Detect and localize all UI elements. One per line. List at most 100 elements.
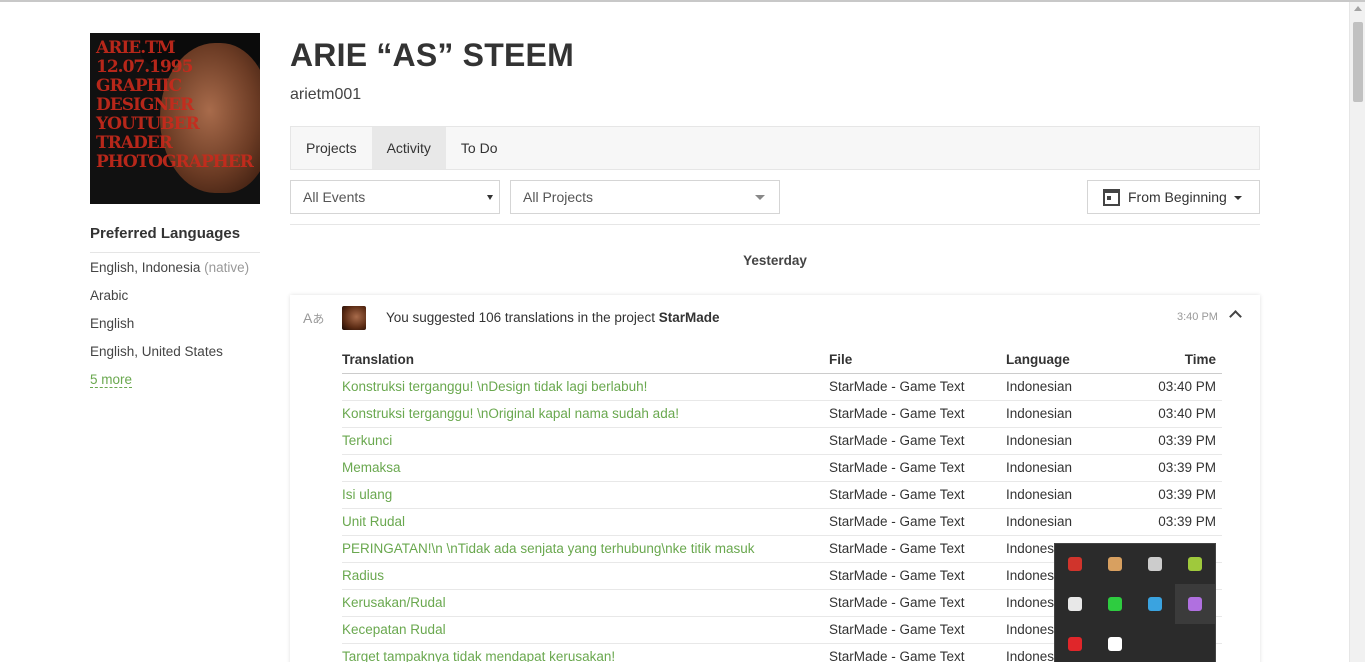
file-cell: StarMade - Game Text <box>829 643 1006 662</box>
translation-link[interactable]: Unit Rudal <box>342 508 829 536</box>
preferred-languages-list: English, Indonesia (native) Arabic Engli… <box>90 260 260 400</box>
activity-summary: You suggested 106 translations in the pr… <box>386 310 720 325</box>
translate-icon: Aあ <box>303 310 325 326</box>
file-cell: StarMade - Game Text <box>829 535 1006 563</box>
time-cell: 03:39 PM <box>1136 454 1222 482</box>
drive-icon-glyph <box>1108 557 1122 571</box>
security-shield-icon-glyph <box>1108 637 1122 651</box>
avatar-text: ARIE.TM 12.07.1995 GRAPHIC DESIGNER YOUT… <box>96 38 254 172</box>
file-cell: StarMade - Game Text <box>829 562 1006 590</box>
language-cell: Indonesian <box>1006 454 1136 482</box>
file-cell: StarMade - Game Text <box>829 427 1006 455</box>
activity-time: 3:40 PM <box>1177 311 1218 323</box>
date-range-button[interactable]: From Beginning <box>1087 180 1260 214</box>
section-divider <box>290 224 1260 225</box>
translation-link[interactable]: Isi ulang <box>342 481 829 509</box>
preferred-languages-title: Preferred Languages <box>90 225 260 253</box>
language-cell: Indonesian <box>1006 400 1136 428</box>
feather-icon-glyph <box>1188 597 1202 611</box>
link-icon[interactable] <box>1135 544 1175 584</box>
profile-username: arietm001 <box>290 86 362 103</box>
layers-icon-glyph <box>1188 557 1202 571</box>
language-item: English, Indonesia (native) <box>90 260 250 275</box>
language-cell: Indonesian <box>1006 427 1136 455</box>
more-languages-link[interactable]: 5 more <box>90 372 133 388</box>
scrollbar-thumb[interactable] <box>1353 22 1363 102</box>
more-languages-item: 5 more <box>90 372 260 400</box>
file-cell: StarMade - Game Text <box>829 508 1006 536</box>
time-cell: 03:39 PM <box>1136 508 1222 536</box>
translation-link[interactable]: Kecepatan Rudal <box>342 616 829 644</box>
events-filter-value: All Events <box>303 189 366 205</box>
time-cell: 03:39 PM <box>1136 427 1222 455</box>
table-row: Memaksa StarMade - Game Text Indonesian 03:… <box>342 454 1222 482</box>
tab-projects[interactable]: Projects <box>291 127 372 169</box>
adobe-icon[interactable] <box>1055 544 1095 584</box>
caret-down-icon <box>1234 196 1242 200</box>
translation-link[interactable]: Target tampaknya tidak mendapat kerusaka… <box>342 643 829 662</box>
file-cell: StarMade - Game Text <box>829 481 1006 509</box>
language-cell: Indonesian <box>1006 373 1136 401</box>
table-row: Terkunci StarMade - Game Text Indonesian 03… <box>342 427 1222 455</box>
calendar-icon <box>1103 189 1120 206</box>
tab-todo[interactable]: To Do <box>446 127 513 169</box>
triangle-app-icon-glyph <box>1108 597 1122 611</box>
projects-filter-value: All Projects <box>523 189 594 205</box>
language-cell: Indonesian <box>1006 508 1136 536</box>
translation-link[interactable]: Konstruksi terganggu! \nOriginal kapal n… <box>342 400 829 428</box>
language-cell: Indonesian <box>1006 481 1136 509</box>
language-item: English <box>90 316 135 331</box>
table-header-row: Translation File Language Time <box>342 347 1222 374</box>
profile-avatar: ARIE.TM 12.07.1995 GRAPHIC DESIGNER YOUT… <box>90 33 260 204</box>
translation-link[interactable]: Terkunci <box>342 427 829 455</box>
column-header-time: Time <box>1136 347 1222 374</box>
project-link[interactable]: StarMade <box>659 310 720 325</box>
projects-filter-select[interactable]: All Projects <box>510 180 780 214</box>
column-header-file: File <box>829 347 1006 374</box>
table-row: Konstruksi terganggu! \nDesign tidak lag… <box>342 373 1222 401</box>
table-row: Unit Rudal StarMade - Game Text Indonesian… <box>342 508 1222 536</box>
caret-down-icon <box>755 195 765 200</box>
browser-top-border <box>0 0 1365 2</box>
file-cell: StarMade - Game Text <box>829 589 1006 617</box>
camera-icon[interactable] <box>1055 584 1095 624</box>
translation-link[interactable]: Konstruksi terganggu! \nDesign tidak lag… <box>342 373 829 401</box>
chevron-up-icon[interactable] <box>1229 310 1242 323</box>
language-item: English, United States <box>90 344 223 359</box>
triangle-app-icon[interactable] <box>1095 584 1135 624</box>
page-scrollbar[interactable] <box>1349 2 1365 662</box>
native-tag: (native) <box>204 260 250 275</box>
table-row: Isi ulang StarMade - Game Text Indonesian 0… <box>342 481 1222 509</box>
tab-activity[interactable]: Activity <box>371 127 446 169</box>
drive-icon[interactable] <box>1095 544 1135 584</box>
adobe-icon-glyph <box>1068 557 1082 571</box>
camera-icon-glyph <box>1068 597 1082 611</box>
events-filter-select[interactable]: All Events <box>290 180 500 214</box>
time-cell: 03:40 PM <box>1136 373 1222 401</box>
opera-icon-glyph <box>1068 637 1082 651</box>
globe-app-icon-glyph <box>1148 597 1162 611</box>
feather-icon[interactable] <box>1175 584 1215 624</box>
time-cell: 03:39 PM <box>1136 481 1222 509</box>
file-cell: StarMade - Game Text <box>829 373 1006 401</box>
layers-icon[interactable] <box>1175 544 1215 584</box>
table-row: Konstruksi terganggu! \nOriginal kapal n… <box>342 400 1222 428</box>
scroll-up-arrow-icon[interactable] <box>1354 6 1362 11</box>
globe-app-icon[interactable] <box>1135 584 1175 624</box>
security-shield-icon[interactable] <box>1095 624 1135 662</box>
profile-name: ARIE “AS” STEEM <box>290 37 574 73</box>
file-cell: StarMade - Game Text <box>829 616 1006 644</box>
language-item: Arabic <box>90 288 129 303</box>
day-heading: Yesterday <box>743 253 807 268</box>
opera-icon[interactable] <box>1055 624 1095 662</box>
time-cell: 03:40 PM <box>1136 400 1222 428</box>
translation-link[interactable]: Kerusakan/Rudal <box>342 589 829 617</box>
link-icon-glyph <box>1148 557 1162 571</box>
file-cell: StarMade - Game Text <box>829 454 1006 482</box>
date-range-label: From Beginning <box>1128 189 1227 205</box>
column-header-translation: Translation <box>342 347 829 374</box>
profile-tabs: Projects Activity To Do <box>290 126 1260 170</box>
translation-link[interactable]: Radius <box>342 562 829 590</box>
translation-link[interactable]: Memaksa <box>342 454 829 482</box>
translation-link[interactable]: PERINGATAN!\n \nTidak ada senjata yang t… <box>342 535 829 563</box>
